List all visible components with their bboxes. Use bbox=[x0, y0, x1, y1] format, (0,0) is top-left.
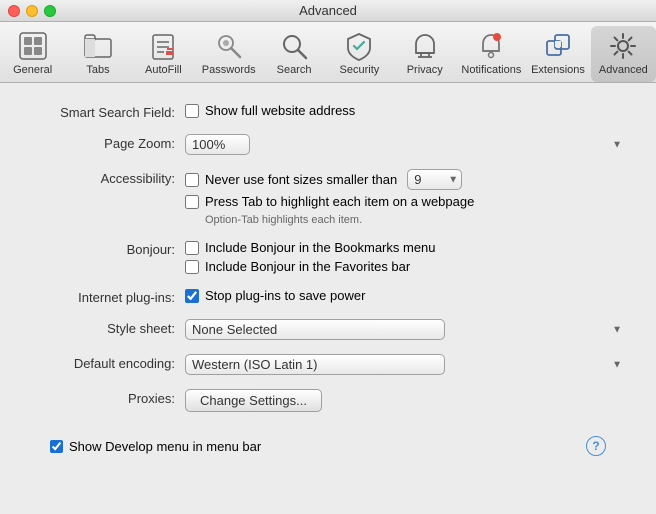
page-zoom-select-wrap: 75% 85% 100% 115% 125% 150% 175% 200% ▼ bbox=[185, 134, 626, 155]
search-icon bbox=[278, 30, 310, 62]
help-button[interactable]: ? bbox=[586, 436, 606, 456]
stylesheet-row: Style sheet: None Selected ▼ bbox=[30, 319, 626, 340]
bonjour-row: Bonjour: Include Bonjour in the Bookmark… bbox=[30, 240, 626, 274]
window-title: Advanced bbox=[299, 3, 357, 18]
smart-search-control: Show full website address bbox=[185, 103, 626, 118]
general-label: General bbox=[13, 64, 52, 76]
font-size-select[interactable]: 9 10 11 12 13 bbox=[407, 169, 462, 190]
bonjour-favorites-checkbox[interactable] bbox=[185, 260, 199, 274]
search-label: Search bbox=[277, 64, 312, 76]
security-icon bbox=[343, 30, 375, 62]
smart-search-field-row: Smart Search Field: Show full website ad… bbox=[30, 103, 626, 120]
stylesheet-select-wrap: None Selected ▼ bbox=[185, 319, 626, 340]
general-icon bbox=[17, 30, 49, 62]
develop-menu-label: Show Develop menu in menu bar bbox=[69, 439, 261, 454]
press-tab-checkbox[interactable] bbox=[185, 195, 199, 209]
advanced-icon bbox=[607, 30, 639, 62]
accessibility-hint: Option-Tab highlights each item. bbox=[205, 214, 626, 226]
internet-plugins-label: Internet plug-ins: bbox=[30, 288, 185, 305]
advanced-label: Advanced bbox=[599, 64, 648, 76]
page-zoom-row: Page Zoom: 75% 85% 100% 115% 125% 150% 1… bbox=[30, 134, 626, 155]
internet-plugins-row: Internet plug-ins: Stop plug-ins to save… bbox=[30, 288, 626, 305]
bonjour-control: Include Bonjour in the Bookmarks menu In… bbox=[185, 240, 626, 274]
traffic-lights bbox=[8, 5, 56, 17]
smart-search-checkbox-label: Show full website address bbox=[205, 103, 355, 118]
autofill-icon bbox=[147, 30, 179, 62]
page-zoom-label: Page Zoom: bbox=[30, 134, 185, 151]
never-font-row: Never use font sizes smaller than 9 10 1… bbox=[185, 169, 626, 190]
extensions-icon bbox=[542, 30, 574, 62]
smart-search-label: Smart Search Field: bbox=[30, 103, 185, 120]
encoding-select[interactable]: Western (ISO Latin 1) UTF-8 UTF-16 bbox=[185, 354, 445, 375]
privacy-icon bbox=[409, 30, 441, 62]
encoding-label: Default encoding: bbox=[30, 354, 185, 371]
toolbar-item-tabs[interactable]: Tabs bbox=[65, 26, 130, 82]
page-zoom-arrow-icon: ▼ bbox=[612, 139, 622, 150]
page-zoom-select[interactable]: 75% 85% 100% 115% 125% 150% 175% 200% bbox=[185, 134, 250, 155]
encoding-row: Default encoding: Western (ISO Latin 1) … bbox=[30, 354, 626, 375]
bottom-row: Show Develop menu in menu bar ? bbox=[30, 426, 626, 456]
never-font-label: Never use font sizes smaller than bbox=[205, 172, 397, 187]
bonjour-favorites-label: Include Bonjour in the Favorites bar bbox=[205, 259, 410, 274]
toolbar-item-privacy[interactable]: Privacy bbox=[392, 26, 457, 82]
minimize-button[interactable] bbox=[26, 5, 38, 17]
proxies-control: Change Settings... bbox=[185, 389, 626, 412]
stop-plugins-row: Stop plug-ins to save power bbox=[185, 288, 626, 303]
tabs-label: Tabs bbox=[86, 64, 109, 76]
toolbar-item-notifications[interactable]: Notifications bbox=[457, 26, 525, 82]
stop-plugins-label: Stop plug-ins to save power bbox=[205, 288, 365, 303]
notifications-label: Notifications bbox=[461, 64, 521, 76]
security-label: Security bbox=[340, 64, 380, 76]
font-size-select-wrap: 9 10 11 12 13 ▼ bbox=[407, 169, 462, 190]
tabs-icon bbox=[82, 30, 114, 62]
develop-menu-row: Show Develop menu in menu bar bbox=[50, 439, 261, 454]
never-font-checkbox[interactable] bbox=[185, 173, 199, 187]
titlebar: Advanced bbox=[0, 0, 656, 22]
extensions-label: Extensions bbox=[531, 64, 585, 76]
proxies-label: Proxies: bbox=[30, 389, 185, 406]
toolbar-item-security[interactable]: Security bbox=[327, 26, 392, 82]
notifications-icon bbox=[475, 30, 507, 62]
press-tab-row: Press Tab to highlight each item on a we… bbox=[185, 194, 626, 209]
proxies-row: Proxies: Change Settings... bbox=[30, 389, 626, 412]
toolbar: General Tabs AutoFill bbox=[0, 22, 656, 83]
passwords-label: Passwords bbox=[202, 64, 256, 76]
toolbar-item-autofill[interactable]: AutoFill bbox=[131, 26, 196, 82]
stylesheet-select[interactable]: None Selected bbox=[185, 319, 445, 340]
bonjour-favorites-row: Include Bonjour in the Favorites bar bbox=[185, 259, 626, 274]
stop-plugins-checkbox[interactable] bbox=[185, 289, 199, 303]
content-area: Smart Search Field: Show full website ad… bbox=[0, 83, 656, 514]
bonjour-label: Bonjour: bbox=[30, 240, 185, 257]
privacy-label: Privacy bbox=[407, 64, 443, 76]
toolbar-item-general[interactable]: General bbox=[0, 26, 65, 82]
toolbar-item-advanced[interactable]: Advanced bbox=[591, 26, 656, 82]
stylesheet-label: Style sheet: bbox=[30, 319, 185, 336]
passwords-icon bbox=[213, 30, 245, 62]
press-tab-label: Press Tab to highlight each item on a we… bbox=[205, 194, 474, 209]
stylesheet-control: None Selected ▼ bbox=[185, 319, 626, 340]
close-button[interactable] bbox=[8, 5, 20, 17]
bonjour-bookmarks-checkbox[interactable] bbox=[185, 241, 199, 255]
stylesheet-arrow-icon: ▼ bbox=[612, 324, 622, 335]
smart-search-checkbox-row: Show full website address bbox=[185, 103, 626, 118]
autofill-label: AutoFill bbox=[145, 64, 182, 76]
internet-plugins-control: Stop plug-ins to save power bbox=[185, 288, 626, 303]
encoding-arrow-icon: ▼ bbox=[612, 359, 622, 370]
change-settings-button[interactable]: Change Settings... bbox=[185, 389, 322, 412]
maximize-button[interactable] bbox=[44, 5, 56, 17]
develop-menu-checkbox[interactable] bbox=[50, 440, 63, 453]
toolbar-item-search[interactable]: Search bbox=[261, 26, 326, 82]
accessibility-label: Accessibility: bbox=[30, 169, 185, 186]
bonjour-bookmarks-row: Include Bonjour in the Bookmarks menu bbox=[185, 240, 626, 255]
page-zoom-control: 75% 85% 100% 115% 125% 150% 175% 200% ▼ bbox=[185, 134, 626, 155]
accessibility-row: Accessibility: Never use font sizes smal… bbox=[30, 169, 626, 226]
smart-search-checkbox[interactable] bbox=[185, 104, 199, 118]
accessibility-control: Never use font sizes smaller than 9 10 1… bbox=[185, 169, 626, 226]
encoding-select-wrap: Western (ISO Latin 1) UTF-8 UTF-16 ▼ bbox=[185, 354, 626, 375]
toolbar-item-extensions[interactable]: Extensions bbox=[525, 26, 590, 82]
encoding-control: Western (ISO Latin 1) UTF-8 UTF-16 ▼ bbox=[185, 354, 626, 375]
toolbar-item-passwords[interactable]: Passwords bbox=[196, 26, 261, 82]
bonjour-bookmarks-label: Include Bonjour in the Bookmarks menu bbox=[205, 240, 436, 255]
